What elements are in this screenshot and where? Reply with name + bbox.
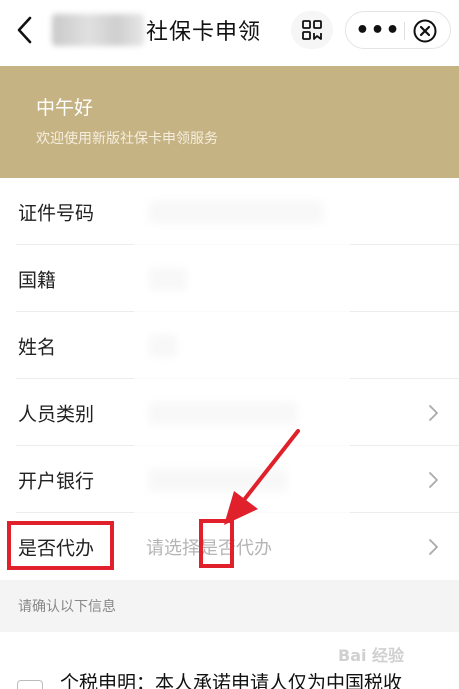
capsule-divider xyxy=(404,22,405,40)
back-button[interactable] xyxy=(10,12,42,48)
more-button[interactable]: ••• xyxy=(355,20,399,42)
top-nav-bar: 社保卡申领 ••• xyxy=(0,0,459,62)
annotation-arrow-icon xyxy=(224,429,300,525)
tax-statement-checkbox[interactable] xyxy=(17,680,43,689)
greeting-banner xyxy=(0,66,459,178)
greeting-subtitle: 欢迎使用新版社保卡申领服务 xyxy=(36,131,218,147)
scan-icon xyxy=(302,20,322,40)
row-label: 人员类别 xyxy=(18,403,95,425)
scan-button[interactable] xyxy=(291,11,333,49)
page-title: 社保卡申领 xyxy=(146,20,262,45)
redacted-region-name xyxy=(52,14,144,46)
chevron-left-icon xyxy=(17,16,32,44)
row-label: 国籍 xyxy=(18,269,57,291)
annotation-label-box xyxy=(7,521,114,570)
row-label: 开户银行 xyxy=(18,470,95,492)
row-label: 证件号码 xyxy=(18,202,95,224)
nav-title-group: 社保卡申领 xyxy=(52,12,261,48)
info-heading: 请确认以下信息 xyxy=(18,599,116,615)
close-button[interactable] xyxy=(412,18,438,44)
greeting-text: 中午好 xyxy=(36,97,94,119)
row-label: 姓名 xyxy=(18,336,57,358)
mini-program-capsule: ••• xyxy=(345,11,451,49)
more-dots-icon: ••• xyxy=(355,18,401,43)
close-circle-icon xyxy=(413,19,437,43)
chevron-right-icon xyxy=(429,404,438,421)
watermark: Bai 经验 xyxy=(338,646,405,665)
chevron-right-icon xyxy=(429,471,438,488)
tax-statement-text: 个税申明：本人承诺申请人仅为中国税收 xyxy=(60,672,403,689)
chevron-right-icon xyxy=(429,538,438,555)
